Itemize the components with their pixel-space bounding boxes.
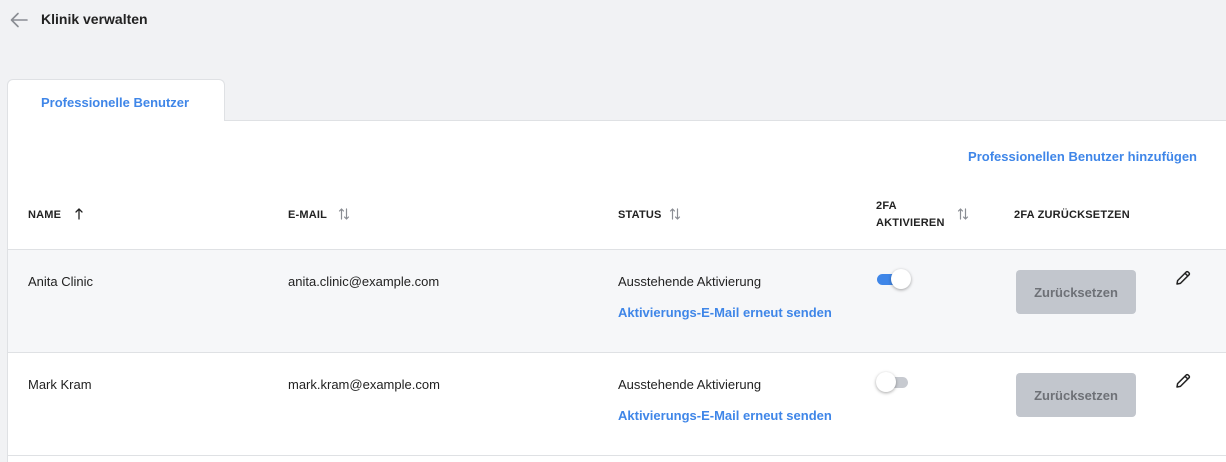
column-header-email[interactable]: E-MAIL bbox=[288, 209, 327, 221]
table-row: Anita Clinic anita.clinic@example.com Au… bbox=[8, 249, 1226, 353]
2fa-toggle[interactable] bbox=[876, 372, 910, 392]
resend-activation-link[interactable]: Aktivierungs-E-Mail erneut senden bbox=[618, 408, 832, 423]
users-panel: Professionellen Benutzer hinzufügen NAME… bbox=[7, 120, 1226, 462]
arrow-left-icon bbox=[10, 12, 28, 28]
column-header-2fa-reset: 2FA ZURÜCKSETZEN bbox=[1014, 209, 1130, 221]
user-email: mark.kram@example.com bbox=[288, 377, 440, 392]
column-header-name[interactable]: NAME bbox=[28, 209, 61, 221]
sort-icon[interactable] bbox=[337, 207, 351, 221]
toggle-knob bbox=[876, 372, 896, 392]
user-name: Anita Clinic bbox=[28, 274, 94, 289]
column-header-2fa-enable-line1[interactable]: 2FA bbox=[876, 200, 897, 212]
tab-label: Professionelle Benutzer bbox=[41, 95, 190, 110]
sort-icon[interactable] bbox=[956, 207, 970, 221]
sort-icon[interactable] bbox=[668, 207, 682, 221]
toggle-knob bbox=[891, 269, 911, 289]
reset-2fa-button[interactable]: Zurücksetzen bbox=[1016, 270, 1136, 314]
table-row: Mark Kram mark.kram@example.com Ausstehe… bbox=[8, 352, 1226, 456]
column-header-status[interactable]: STATUS bbox=[618, 209, 662, 221]
2fa-toggle[interactable] bbox=[876, 269, 911, 289]
pencil-edit-icon[interactable] bbox=[1174, 269, 1192, 287]
reset-2fa-button[interactable]: Zurücksetzen bbox=[1016, 373, 1136, 417]
back-button[interactable] bbox=[8, 10, 30, 30]
user-status: Ausstehende Aktivierung bbox=[618, 377, 762, 392]
page-title: Klinik verwalten bbox=[41, 11, 148, 27]
sort-ascending-icon[interactable] bbox=[72, 207, 86, 221]
user-email: anita.clinic@example.com bbox=[288, 274, 440, 289]
tab-professional-users[interactable]: Professionelle Benutzer bbox=[7, 79, 225, 121]
pencil-edit-icon[interactable] bbox=[1174, 372, 1192, 390]
add-professional-user-link[interactable]: Professionellen Benutzer hinzufügen bbox=[968, 149, 1197, 164]
column-header-2fa-enable-line2[interactable]: AKTIVIEREN bbox=[876, 217, 945, 229]
page-header: Klinik verwalten bbox=[0, 0, 1226, 40]
user-name: Mark Kram bbox=[28, 377, 92, 392]
user-status: Ausstehende Aktivierung bbox=[618, 274, 762, 289]
resend-activation-link[interactable]: Aktivierungs-E-Mail erneut senden bbox=[618, 305, 832, 320]
